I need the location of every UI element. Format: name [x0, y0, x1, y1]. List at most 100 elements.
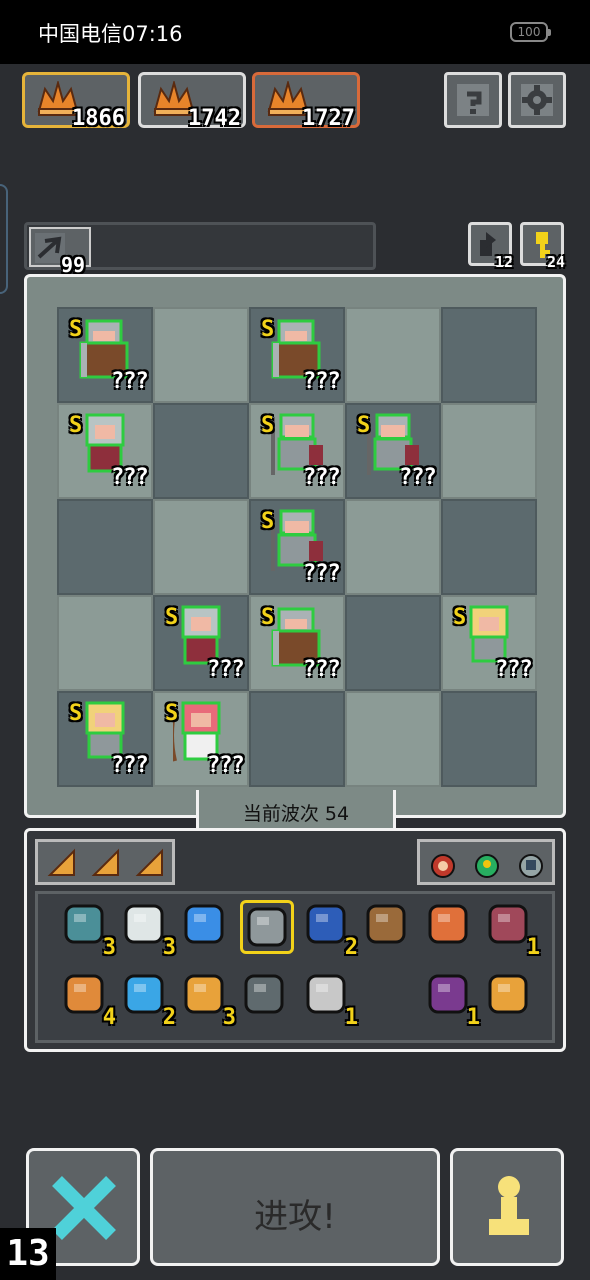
gear-icon	[521, 84, 553, 116]
unit-grade: S	[69, 701, 83, 726]
unit-lancer[interactable]: S???	[249, 499, 345, 595]
unit-level: ???	[207, 657, 245, 682]
inventory-panel: 3 3 2 1 4 2 3 1 1	[24, 828, 566, 1052]
item-grid: 3 3 2 1 4 2 3 1 1	[35, 891, 555, 1043]
unit-grade: S	[261, 413, 275, 438]
inventory-item[interactable]	[240, 970, 294, 1024]
item-count: 1	[526, 935, 540, 960]
unit-mage[interactable]: S???	[57, 403, 153, 499]
board-cell[interactable]	[345, 499, 441, 595]
feather-icon	[366, 904, 406, 944]
resource-value: 1727	[302, 106, 355, 131]
card-icon[interactable]	[46, 847, 78, 879]
unit-shield[interactable]: S???	[249, 307, 345, 403]
inventory-item[interactable]: 1	[302, 970, 358, 1030]
green-orb-icon[interactable]	[472, 846, 502, 880]
inventory-item[interactable]	[240, 900, 294, 954]
unit-grade: S	[261, 509, 275, 534]
carrier-time: 中国电信07:16	[38, 22, 183, 46]
inventory-item[interactable]: 3	[180, 970, 236, 1030]
status-bar: 中国电信07:16 100	[0, 0, 590, 64]
unit-mage[interactable]: S???	[153, 595, 249, 691]
unit-grade: S	[261, 605, 275, 630]
card-icon[interactable]	[90, 847, 122, 879]
inventory-item[interactable]: 2	[302, 900, 358, 960]
item-count: 1	[344, 1005, 358, 1030]
board-grid: S??? S??? S??? S??? S??? S??? S??? S??? S??? S???…	[57, 307, 537, 787]
help-button[interactable]	[444, 72, 502, 128]
unit-shield[interactable]: S???	[57, 307, 153, 403]
unit-lancer[interactable]: S???	[345, 403, 441, 499]
inventory-item[interactable]: 3	[120, 900, 176, 960]
pawn-button[interactable]	[450, 1148, 564, 1266]
board-cell[interactable]	[249, 691, 345, 787]
resource-value: 1742	[188, 106, 241, 131]
resource-crown-gold: 1866	[22, 72, 130, 131]
unit-level: ???	[207, 753, 245, 778]
key-button[interactable]: 24	[520, 222, 565, 271]
item-count: 3	[162, 935, 176, 960]
item-count: 2	[162, 1005, 176, 1030]
horn-icon	[64, 974, 104, 1014]
red-orb-icon[interactable]	[428, 846, 458, 880]
attack-button[interactable]: 进攻!	[150, 1148, 440, 1266]
unit-grade: S	[69, 413, 83, 438]
unit-lancer[interactable]: S???	[249, 403, 345, 499]
resource-crown-bronze: 1727	[252, 72, 360, 131]
blue-orb-icon	[124, 974, 164, 1014]
board-cell[interactable]	[441, 499, 537, 595]
refresh-button[interactable]: 12	[468, 222, 513, 271]
monster-mask-icon	[244, 974, 284, 1014]
armor-orb-icon[interactable]	[516, 846, 546, 880]
board-cell[interactable]	[345, 307, 441, 403]
unit-blonde[interactable]: S???	[441, 595, 537, 691]
unit-shield[interactable]: S???	[249, 595, 345, 691]
board-cell[interactable]	[153, 499, 249, 595]
board-cell[interactable]	[441, 691, 537, 787]
attack-label: 进攻!	[254, 1197, 336, 1237]
inventory-item[interactable]	[424, 900, 478, 954]
unit-grade: S	[261, 317, 275, 342]
unit-archer[interactable]: S???	[153, 691, 249, 787]
board-cell[interactable]	[57, 499, 153, 595]
unit-grade: S	[165, 701, 179, 726]
unit-level: ???	[495, 657, 533, 682]
unit-grade: S	[165, 605, 179, 630]
question-mark-icon	[457, 84, 489, 116]
board-cell[interactable]	[441, 403, 537, 499]
refresh-count: 12	[494, 253, 513, 271]
spell-slot[interactable]: 99	[29, 227, 91, 277]
inventory-item[interactable]: 1	[484, 900, 540, 960]
inventory-item[interactable]	[484, 970, 538, 1024]
unit-level: ???	[111, 369, 149, 394]
inventory-item[interactable]: 2	[120, 970, 176, 1030]
pawn-icon	[489, 1176, 529, 1235]
board-cell[interactable]	[57, 595, 153, 691]
key-count: 24	[546, 253, 565, 271]
board-cell[interactable]	[345, 691, 441, 787]
unit-blonde[interactable]: S???	[57, 691, 153, 787]
card-icon[interactable]	[134, 847, 166, 879]
settings-button[interactable]	[508, 72, 566, 128]
battery-icon: 100	[510, 22, 551, 42]
inventory-item[interactable]: 3	[60, 900, 116, 960]
side-handle[interactable]	[0, 184, 8, 294]
item-count: 4	[102, 1005, 116, 1030]
inventory-item[interactable]: 4	[60, 970, 116, 1030]
unit-level: ???	[111, 753, 149, 778]
hourglass-icon	[306, 904, 346, 944]
inventory-item[interactable]: 1	[424, 970, 480, 1030]
demon-icon	[428, 974, 468, 1014]
armor-icon	[488, 904, 528, 944]
board-cell[interactable]	[153, 403, 249, 499]
unit-grade: S	[69, 317, 83, 342]
board-cell[interactable]	[345, 595, 441, 691]
inventory-item[interactable]	[180, 900, 234, 954]
unit-level: ???	[303, 657, 341, 682]
crown-icon	[247, 907, 287, 947]
board-cell[interactable]	[441, 307, 537, 403]
unit-level: ???	[303, 465, 341, 490]
inventory-item[interactable]	[362, 900, 416, 954]
board-cell[interactable]	[153, 307, 249, 403]
resource-value: 1866	[72, 106, 125, 131]
